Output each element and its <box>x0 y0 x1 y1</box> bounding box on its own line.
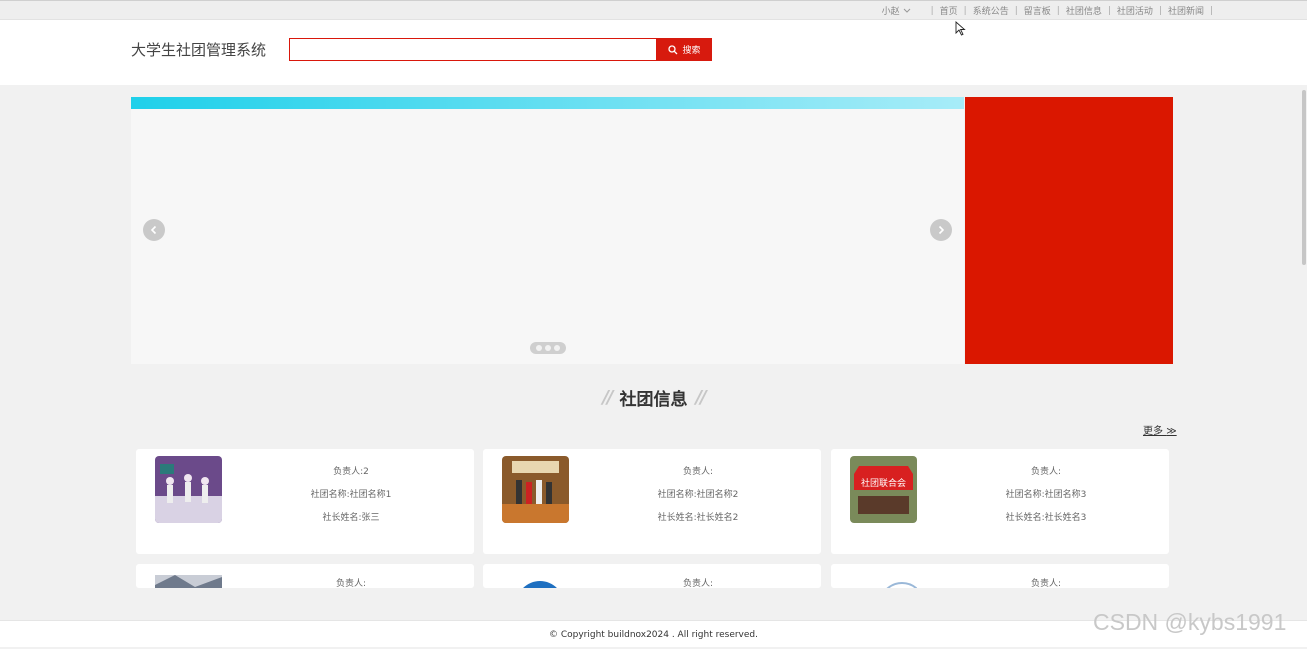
nav-separator: | <box>963 5 967 16</box>
club-leader: 负责人: <box>682 579 714 588</box>
carousel-indicators <box>530 342 566 354</box>
club-president: 社长姓名:社长姓名3 <box>1005 513 1087 523</box>
site-title: 大学生社团管理系统 <box>131 41 267 59</box>
club-card[interactable]: 负责人: <box>831 564 1169 588</box>
club-leader: 负责人: <box>1030 579 1062 588</box>
more-link[interactable]: 更多 ≫ <box>1143 422 1177 437</box>
nav-separator: | <box>1056 5 1060 16</box>
carousel-next-button[interactable] <box>930 219 952 241</box>
mouse-cursor-icon <box>955 21 966 36</box>
nav-club-activities[interactable]: 社团活动 <box>1117 4 1153 17</box>
nav-home[interactable]: 首页 <box>940 4 958 17</box>
club-president: 社长姓名:社长姓名2 <box>657 513 739 523</box>
club-president: 社长姓名:张三 <box>322 513 380 523</box>
nav-separator: | <box>1107 5 1111 16</box>
section-heading: // 社团信息 // <box>0 385 1307 410</box>
side-banner <box>965 97 1173 364</box>
banner-text: 社团联合会 <box>861 477 906 489</box>
user-name: 小赵 <box>881 7 900 17</box>
club-card[interactable]: 负责人: <box>136 564 474 588</box>
club-name: 社团名称:社团名称2 <box>657 490 739 500</box>
club-card[interactable]: 社团联合会 负责人: 社团名称:社团名称3 社长姓名:社长姓名3 <box>831 449 1169 554</box>
top-bar: 小赵 | 首页 | 系统公告 | 留言板 | 社团信息 | 社团活动 | 社团新… <box>0 0 1307 20</box>
chevron-down-icon <box>903 8 910 13</box>
carousel-prev-button[interactable] <box>143 219 165 241</box>
club-name: 社团名称:社团名称3 <box>1005 490 1087 500</box>
search-button[interactable]: 搜索 <box>657 38 712 61</box>
club-leader: 负责人: <box>335 579 367 588</box>
club-leader: 负责人: <box>1030 467 1062 477</box>
club-thumbnail[interactable]: 社团联合会 <box>850 456 917 523</box>
club-thumbnail[interactable] <box>502 456 569 523</box>
banner-carousel <box>131 97 964 364</box>
quote-icon: // <box>602 387 613 408</box>
club-thumbnail[interactable] <box>850 575 917 588</box>
club-name: 社团名称:社团名称1 <box>310 490 392 500</box>
watermark: CSDN @kybs1991 <box>1093 609 1287 635</box>
search-button-label: 搜索 <box>682 46 701 56</box>
nav-message-board[interactable]: 留言板 <box>1024 4 1051 17</box>
club-thumbnail[interactable] <box>502 575 569 588</box>
carousel-dot[interactable] <box>554 345 560 351</box>
club-info: 负责人:2 社团名称:社团名称1 社长姓名:张三 <box>246 461 456 530</box>
nav-separator: | <box>1158 5 1162 16</box>
nav-separator: | <box>1209 5 1213 16</box>
club-card[interactable]: 负责人:2 社团名称:社团名称1 社长姓名:张三 <box>136 449 474 554</box>
more-label: 更多 <box>1143 426 1163 437</box>
top-nav: 小赵 | 首页 | 系统公告 | 留言板 | 社团信息 | 社团活动 | 社团新… <box>882 4 1219 18</box>
nav-announcements[interactable]: 系统公告 <box>973 4 1009 17</box>
club-thumbnail[interactable] <box>155 456 222 523</box>
quote-icon: // <box>695 387 707 408</box>
nav-separator: | <box>1014 5 1018 16</box>
club-leader: 负责人: <box>682 467 714 477</box>
page-scrollbar[interactable] <box>1302 90 1306 265</box>
search-icon <box>668 44 678 54</box>
club-thumbnail[interactable] <box>155 575 222 588</box>
carousel-dot[interactable] <box>536 345 542 351</box>
club-info: 负责人: 社团名称:社团名称3 社长姓名:社长姓名3 <box>941 461 1151 530</box>
nav-club-info[interactable]: 社团信息 <box>1066 4 1102 17</box>
nav-club-news[interactable]: 社团新闻 <box>1168 4 1204 17</box>
double-chevron-right-icon: ≫ <box>1166 426 1177 437</box>
header: 大学生社团管理系统 搜索 <box>0 20 1307 85</box>
banner-strip <box>131 97 964 109</box>
carousel-dot[interactable] <box>545 345 551 351</box>
user-menu[interactable]: 小赵 <box>882 4 911 17</box>
club-card[interactable]: 负责人: 社团名称:社团名称2 社长姓名:社长姓名2 <box>483 449 821 554</box>
section-title: 社团信息 <box>619 390 688 410</box>
copyright-text: © Copyright buildnox2024 . All right res… <box>548 630 758 640</box>
chevron-left-icon <box>150 225 157 235</box>
club-leader: 负责人:2 <box>333 467 369 477</box>
club-card[interactable]: 负责人: <box>483 564 821 588</box>
search-input[interactable] <box>289 38 657 61</box>
nav-separator: | <box>930 5 934 16</box>
chevron-right-icon <box>938 225 945 235</box>
club-info: 负责人: 社团名称:社团名称2 社长姓名:社长姓名2 <box>593 461 803 530</box>
